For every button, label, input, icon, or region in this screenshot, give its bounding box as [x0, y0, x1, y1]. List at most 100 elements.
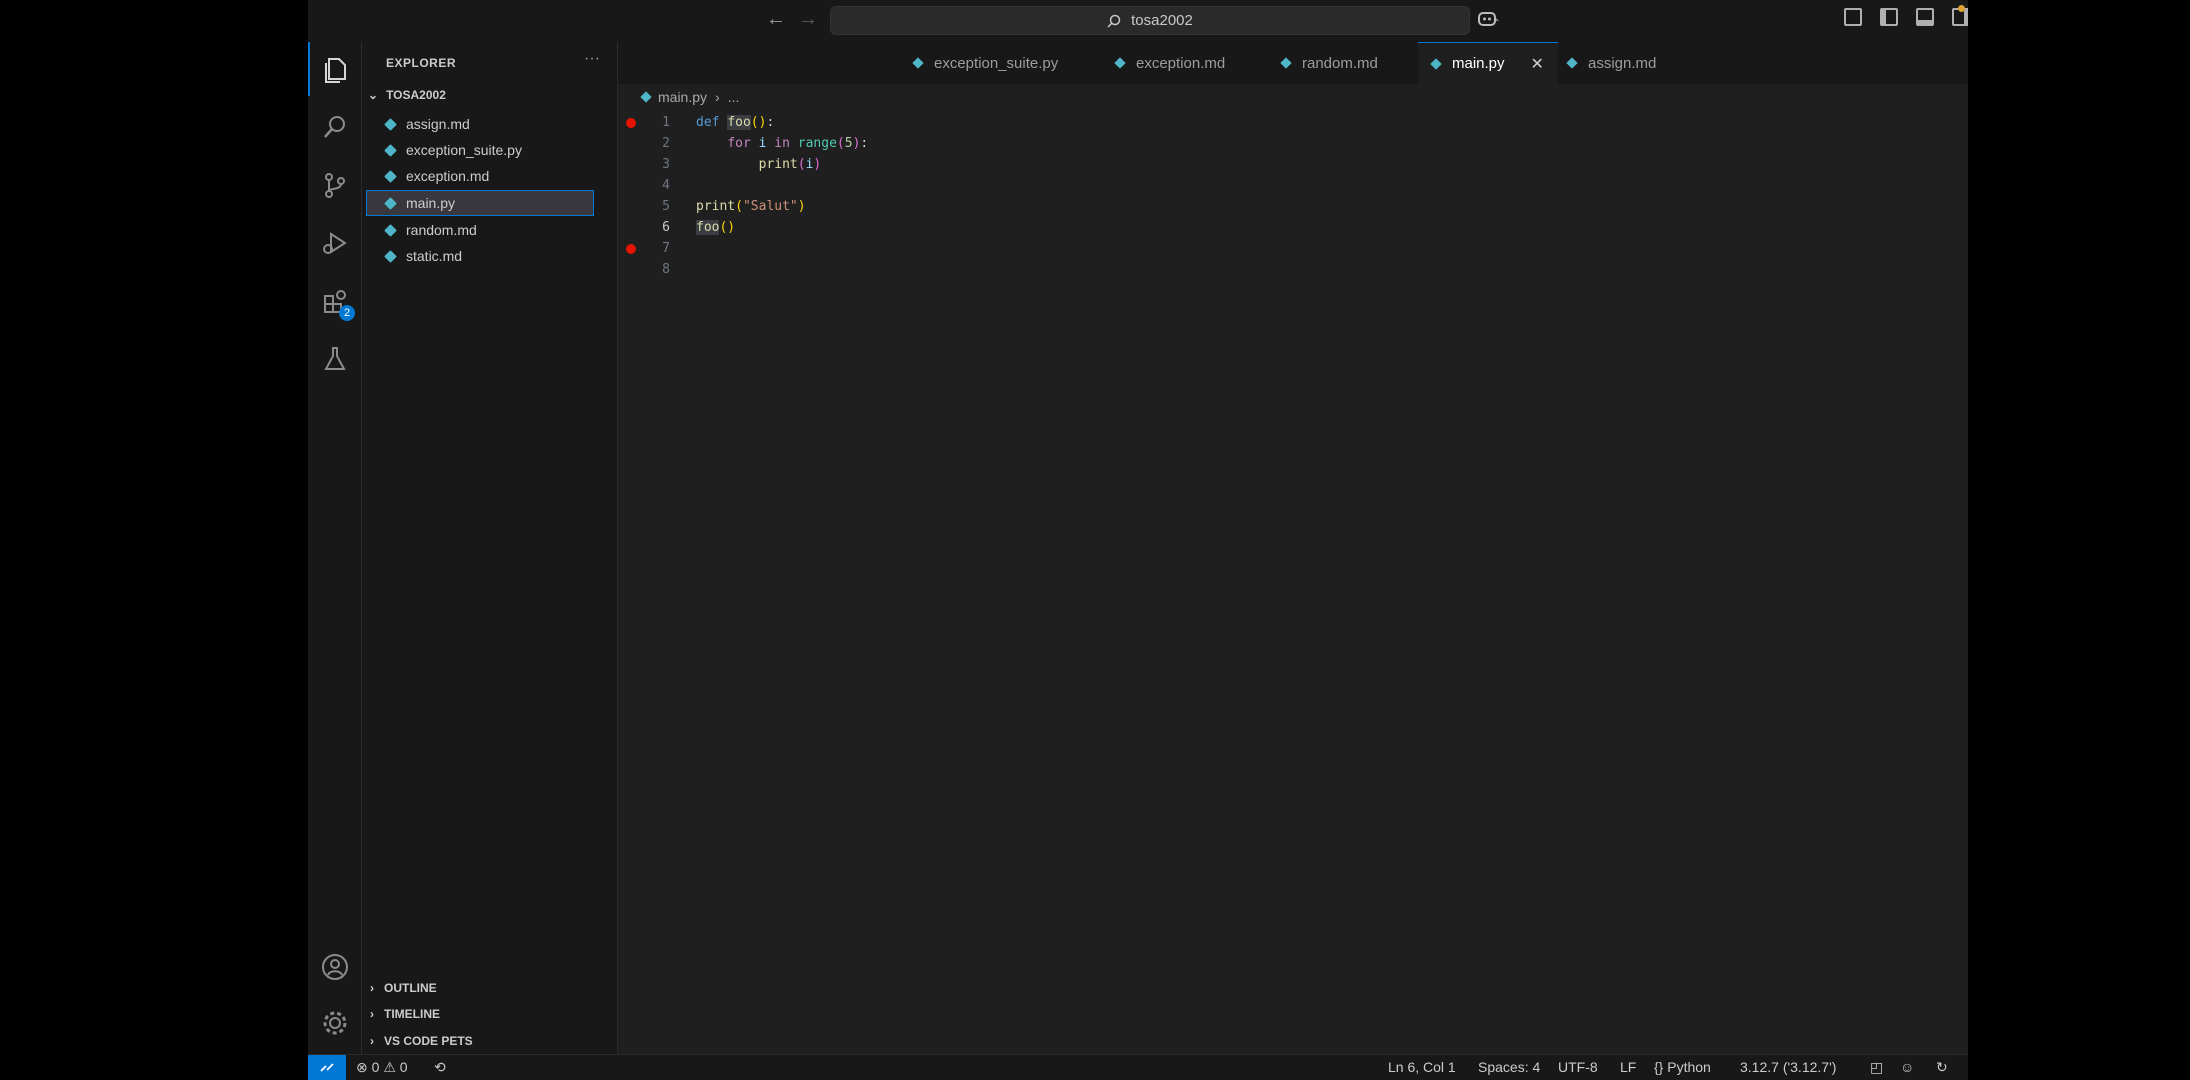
chevron-down-icon: ⌄	[368, 88, 379, 102]
timeline-section[interactable]: › TIMELINE	[362, 1001, 618, 1027]
braces-icon: {}	[1654, 1059, 1664, 1075]
toggle-panel-icon[interactable]	[1916, 8, 1934, 26]
problems-indicator[interactable]: ⊗ 0 ⚠ 0	[356, 1059, 408, 1076]
ports-icon[interactable]: ⟲	[434, 1059, 446, 1076]
indentation[interactable]: Spaces: 4	[1478, 1059, 1540, 1075]
line-number: 5	[662, 199, 670, 214]
section-label: OUTLINE	[384, 981, 437, 995]
remote-indicator[interactable]	[308, 1055, 346, 1080]
source-control-activity[interactable]	[308, 158, 362, 212]
back-button[interactable]: ←	[766, 8, 786, 31]
screen: ← → tosa2002 2 EXPLORER ··· ⌄ TOSA2002 a…	[0, 0, 2190, 1080]
code-line[interactable]: 2 for i in range(5):	[618, 133, 1918, 154]
status-bar: ⊗ 0 ⚠ 0 ⟲ Ln 6, Col 1 Spaces: 4 UTF-8 LF…	[308, 1054, 1968, 1080]
section-label: VS CODE PETS	[384, 1034, 473, 1048]
file-item[interactable]: exception.md	[362, 163, 618, 189]
code-text: print("Salut")	[696, 199, 806, 214]
code-line[interactable]: 1 def foo():	[618, 112, 1918, 133]
breakpoint-icon[interactable]	[626, 244, 636, 254]
file-icon	[1114, 57, 1126, 69]
encoding[interactable]: UTF-8	[1558, 1059, 1598, 1075]
breadcrumb-file[interactable]: main.py	[658, 89, 707, 105]
outline-section[interactable]: › OUTLINE	[362, 975, 618, 1001]
code-line[interactable]: 3 print(i)	[618, 154, 1918, 175]
forward-button[interactable]: →	[798, 8, 818, 31]
code-line[interactable]: 8	[618, 259, 1918, 280]
code-line-current[interactable]: 6 foo()	[618, 217, 1918, 238]
close-icon[interactable]: ✕	[1531, 54, 1544, 74]
copilot-icon[interactable]: ☺	[1900, 1059, 1914, 1075]
breadcrumb-rest[interactable]: ...	[728, 89, 740, 105]
search-icon	[324, 116, 345, 138]
tab-main-py[interactable]: main.py ✕	[1418, 42, 1558, 84]
tab-random-md[interactable]: random.md	[1280, 42, 1378, 84]
copilot-icon[interactable]	[1476, 9, 1500, 29]
line-number: 6	[662, 220, 670, 235]
file-label: static.md	[406, 248, 463, 264]
file-item[interactable]: exception_suite.py	[362, 137, 618, 163]
search-icon	[1107, 14, 1121, 28]
extensions-activity[interactable]: 2	[308, 274, 362, 328]
customize-layout-icon[interactable]	[1844, 8, 1862, 26]
breakpoint-icon[interactable]	[626, 118, 636, 128]
more-actions-icon[interactable]: ···	[584, 50, 600, 68]
code-line[interactable]: 5 print("Salut")	[618, 196, 1918, 217]
code-line[interactable]: 4	[618, 175, 1918, 196]
warning-count: 0	[399, 1059, 408, 1075]
code-text: foo()	[696, 220, 736, 235]
testing-activity[interactable]	[308, 332, 362, 386]
file-label: exception.md	[406, 168, 490, 184]
run-debug-activity[interactable]	[308, 216, 362, 270]
breadcrumb-separator: ›	[715, 89, 720, 105]
code-line[interactable]: 7	[618, 238, 1918, 259]
command-center-search[interactable]: tosa2002	[830, 6, 1470, 35]
tab-label: random.md	[1302, 54, 1378, 72]
code-editor[interactable]: 1 def foo(): 2 for i in range(5): 3 prin…	[618, 112, 1968, 1054]
command-center-label: tosa2002	[1131, 12, 1193, 29]
notification-dot	[1958, 5, 1965, 12]
explorer-activity[interactable]	[308, 42, 362, 96]
code-text: def foo():	[696, 115, 775, 130]
breadcrumb[interactable]: main.py › ...	[618, 86, 739, 108]
notifications-icon[interactable]: ↻	[1936, 1059, 1948, 1076]
file-icon	[384, 223, 397, 237]
copilot-status-icon[interactable]: ◰	[1870, 1059, 1883, 1076]
chevron-right-icon: ›	[370, 981, 374, 995]
tab-label: exception.md	[1136, 54, 1226, 72]
line-number: 7	[662, 241, 670, 256]
toggle-sidebar-icon[interactable]	[1880, 8, 1898, 26]
line-number: 3	[662, 157, 670, 172]
title-bar: ← → tosa2002	[308, 0, 1968, 42]
file-icon	[640, 91, 652, 103]
manage-activity[interactable]	[308, 996, 362, 1050]
vscode-window: ← → tosa2002 2 EXPLORER ··· ⌄ TOSA2002 a…	[308, 0, 1968, 1080]
tab-label: exception_suite.py	[934, 54, 1059, 72]
files-icon	[325, 58, 346, 83]
line-number: 1	[662, 115, 670, 130]
file-icon	[1566, 57, 1578, 69]
tab-assign-md[interactable]: assign.md	[1566, 42, 1656, 84]
editor-tabs: exception_suite.py exception.md random.m…	[618, 42, 1968, 84]
end-of-line[interactable]: LF	[1620, 1059, 1636, 1075]
line-number: 4	[662, 178, 670, 193]
file-icon	[912, 57, 924, 69]
source-control-icon	[325, 173, 345, 198]
search-activity[interactable]	[308, 100, 362, 154]
tab-label: main.py	[1452, 55, 1505, 72]
cursor-position[interactable]: Ln 6, Col 1	[1388, 1059, 1456, 1075]
tab-exception-md[interactable]: exception.md	[1114, 42, 1226, 84]
file-item[interactable]: random.md	[362, 217, 618, 243]
vscode-pets-section[interactable]: › VS CODE PETS	[362, 1028, 618, 1054]
accounts-activity[interactable]	[308, 940, 362, 994]
file-item[interactable]: static.md	[362, 243, 618, 269]
workspace-folder[interactable]: ⌄ TOSA2002	[368, 88, 446, 102]
remote-icon	[320, 1063, 334, 1072]
file-label: random.md	[406, 222, 477, 238]
file-icon	[384, 196, 397, 210]
language-mode[interactable]: {} Python	[1654, 1059, 1711, 1075]
file-item[interactable]: assign.md	[362, 111, 618, 137]
gear-icon	[323, 1011, 347, 1035]
python-interpreter[interactable]: 3.12.7 ('3.12.7')	[1740, 1059, 1836, 1075]
tab-exception-suite[interactable]: exception_suite.py	[912, 42, 1059, 84]
file-item-selected[interactable]: main.py	[366, 190, 594, 216]
